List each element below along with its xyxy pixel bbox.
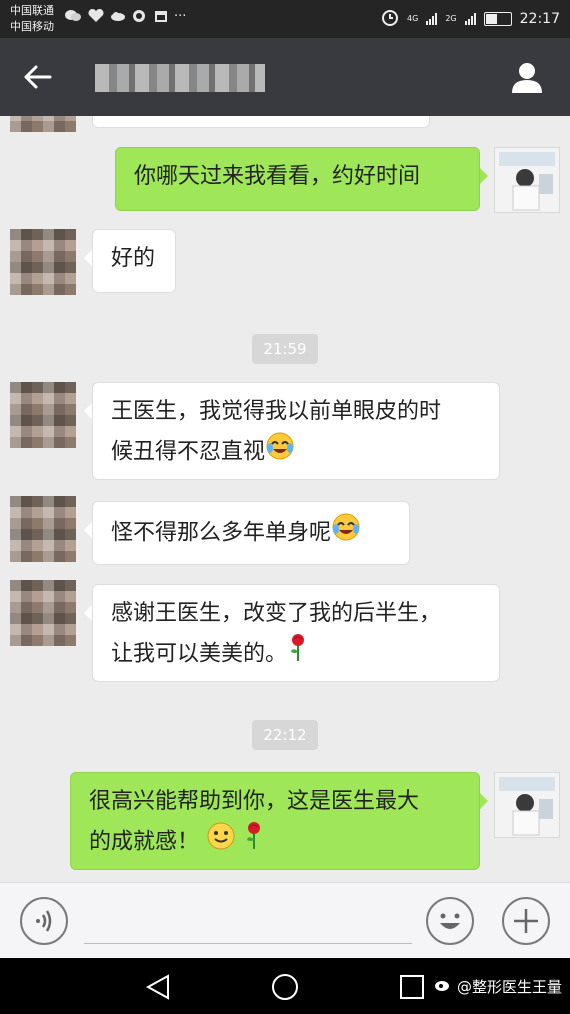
message-text-line2: 让我可以美美的。: [111, 641, 288, 667]
signal-2-icon: [464, 13, 476, 25]
incoming-message[interactable]: 好的: [84, 229, 176, 293]
message-input[interactable]: [84, 943, 412, 944]
message-text-line2: 候丑得不忍直视: [111, 439, 266, 465]
watermark-text: @整形医生王量: [456, 978, 562, 996]
battery-icon: [483, 12, 512, 26]
smile-emoji: [206, 821, 236, 864]
incoming-message[interactable]: 王医生，我觉得我以前单眼皮的时 候丑得不忍直视: [84, 382, 500, 480]
message-text: 你哪天过来我看看，约好时间: [134, 164, 421, 189]
message-text: 好的: [111, 246, 156, 271]
contact-avatar[interactable]: [10, 496, 76, 562]
weibo-watermark: @整形医生王量: [434, 976, 562, 997]
message-text-line1: 感谢王医生，改变了我的后半生，: [111, 601, 442, 626]
incoming-message[interactable]: 感谢王医生，改变了我的后半生， 让我可以美美的。: [84, 584, 500, 682]
network-type-1: 4G: [407, 14, 419, 23]
calendar-icon: [154, 9, 168, 27]
timestamp: 21:59: [252, 334, 318, 364]
battery-level: [485, 14, 498, 24]
message-bubble-partial: [92, 116, 430, 128]
timestamp: 22:12: [252, 720, 318, 750]
weibo-logo-icon: [434, 978, 457, 996]
outgoing-message[interactable]: 你哪天过来我看看，约好时间: [115, 147, 488, 211]
input-bar: [0, 882, 570, 959]
emoji-icon[interactable]: [426, 897, 474, 945]
contact-avatar[interactable]: [10, 116, 76, 132]
nav-back-icon[interactable]: [144, 972, 174, 1006]
carrier-1: 中国联通: [10, 4, 54, 17]
search-app-icon: [132, 9, 148, 27]
chat-header: [0, 38, 570, 116]
carrier-2: 中国移动: [10, 20, 54, 33]
status-right: 4G 2G 22:17: [381, 8, 560, 30]
nav-home-icon[interactable]: [270, 972, 300, 1006]
person-icon[interactable]: [510, 60, 544, 94]
message-text: 怪不得那么多年单身呢: [111, 520, 332, 546]
alarm-icon: [381, 8, 399, 30]
navigation-bar: @整形医生王量: [0, 958, 570, 1014]
carrier-info: 中国联通 中国移动: [10, 3, 54, 35]
contact-name-blurred: [95, 64, 265, 92]
contact-avatar[interactable]: [10, 382, 76, 448]
rose-emoji: [243, 821, 265, 864]
network-type-2: 2G: [445, 14, 457, 23]
contact-avatar[interactable]: [10, 229, 76, 295]
arrow-left-icon[interactable]: [22, 62, 52, 92]
message-text-line1: 很高兴能帮助到你，这是医生最大: [89, 789, 420, 814]
laugh-cry-emoji: [265, 431, 295, 474]
cloud-icon: [110, 9, 126, 27]
heart-icon: [88, 8, 104, 27]
clock: 22:17: [519, 11, 560, 27]
wechat-icon: [64, 9, 82, 27]
more-dots-icon: ···: [174, 9, 187, 24]
message-text-line2: 的成就感！: [89, 829, 200, 855]
voice-icon[interactable]: [20, 897, 68, 945]
status-bar: 中国联通 中国移动 ··· 4G 2G 22:17: [0, 0, 570, 38]
plus-icon[interactable]: [502, 897, 550, 945]
signal-1-icon: [426, 13, 438, 25]
message-text-line1: 王医生，我觉得我以前单眼皮的时: [111, 399, 442, 424]
laugh-cry-emoji: [331, 512, 361, 555]
doctor-avatar[interactable]: [494, 147, 560, 213]
notification-icons: ···: [64, 8, 187, 27]
nav-recents-icon[interactable]: [398, 973, 426, 1005]
incoming-message[interactable]: 怪不得那么多年单身呢: [84, 501, 410, 565]
message-list[interactable]: 你哪天过来我看看，约好时间 好的 21:59 王医生，我觉得我以前单眼皮的时 候…: [0, 116, 570, 882]
doctor-avatar[interactable]: [494, 772, 560, 838]
rose-emoji: [287, 633, 309, 676]
contact-avatar[interactable]: [10, 580, 76, 646]
outgoing-message[interactable]: 很高兴能帮助到你，这是医生最大 的成就感！: [70, 772, 488, 870]
